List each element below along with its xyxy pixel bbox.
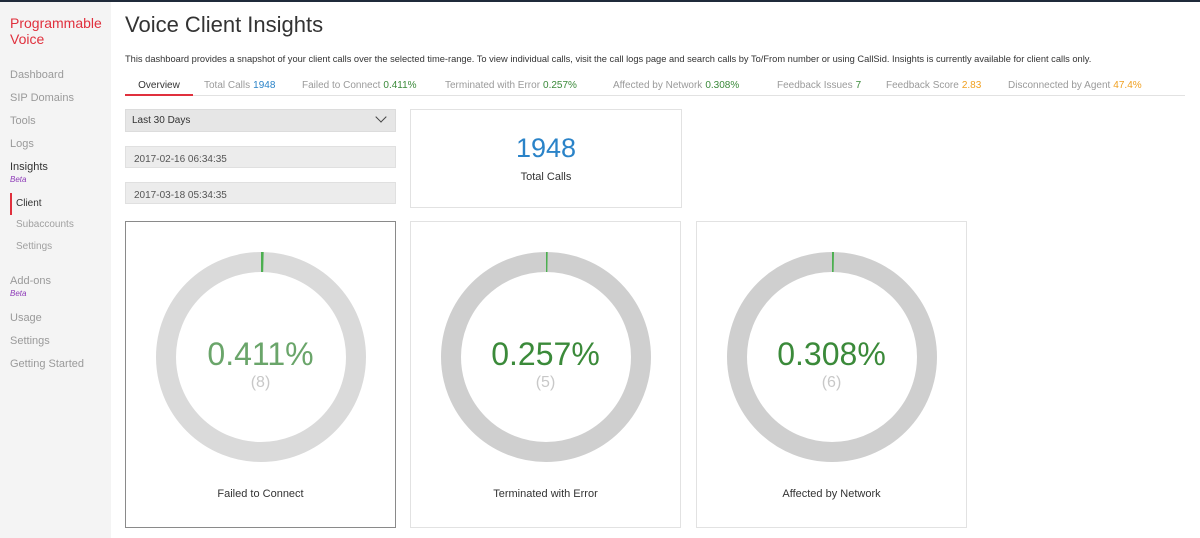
affected-by-network-label: Affected by Network bbox=[782, 488, 881, 500]
affected-by-network-percent: 0.308% bbox=[777, 336, 886, 372]
metrics-tab-bar: Overview Total Calls 1948 Failed to Conne… bbox=[125, 78, 1185, 96]
chevron-down-icon bbox=[375, 111, 387, 123]
tab-value: 1948 bbox=[253, 80, 276, 91]
tab-value: 0.308% bbox=[705, 80, 740, 91]
sidebar-item-sip-domains[interactable]: SIP Domains bbox=[10, 91, 74, 105]
sidebar-subitem-client[interactable]: Client bbox=[16, 197, 42, 211]
tab-label: Total Calls bbox=[204, 80, 251, 91]
end-date-field[interactable] bbox=[125, 182, 396, 204]
failed-to-connect-card[interactable]: 0.411% (8) Failed to Connect bbox=[125, 221, 396, 528]
page-description: This dashboard provides a snapshot of yo… bbox=[125, 54, 1092, 64]
tab-affected-by-network[interactable]: Affected by Network 0.308% bbox=[613, 79, 739, 93]
sidebar-item-settings[interactable]: Settings bbox=[10, 334, 50, 348]
sidebar-subitem-settings[interactable]: Settings bbox=[16, 240, 52, 254]
tab-value: 7 bbox=[855, 80, 862, 91]
tab-label: Terminated with Error bbox=[445, 80, 541, 91]
active-subnav-indicator bbox=[10, 193, 12, 215]
sidebar-item-add-ons[interactable]: Add-ons bbox=[10, 274, 51, 288]
failed-to-connect-count: (8) bbox=[250, 374, 271, 391]
tab-failed-to-connect[interactable]: Failed to Connect 0.411% bbox=[302, 79, 417, 93]
sidebar-item-usage[interactable]: Usage bbox=[10, 311, 42, 325]
tab-feedback-issues[interactable]: Feedback Issues 7 bbox=[777, 79, 861, 93]
affected-by-network-card[interactable]: 0.308% (6) Affected by Network bbox=[696, 221, 967, 528]
tab-overview[interactable]: Overview bbox=[125, 79, 193, 96]
tab-label: Feedback Issues bbox=[777, 80, 853, 91]
tab-label: Disconnected by Agent bbox=[1008, 80, 1111, 91]
failed-to-connect-label: Failed to Connect bbox=[217, 488, 304, 500]
start-date-field[interactable] bbox=[125, 146, 396, 168]
tab-terminated-with-error[interactable]: Terminated with Error 0.257% bbox=[445, 79, 577, 93]
tab-label: Failed to Connect bbox=[302, 80, 381, 91]
tab-total-calls[interactable]: Total Calls 1948 bbox=[204, 79, 275, 93]
tab-label: Overview bbox=[138, 80, 180, 91]
total-calls-label: Total Calls bbox=[520, 171, 572, 183]
sidebar-item-insights[interactable]: Insights bbox=[10, 160, 48, 174]
total-calls-value: 1948 bbox=[515, 133, 577, 163]
page-title: Voice Client Insights bbox=[125, 12, 324, 37]
sidebar-item-dashboard[interactable]: Dashboard bbox=[10, 68, 64, 82]
sidebar: Programmable Voice Dashboard SIP Domains… bbox=[0, 2, 111, 538]
tab-label: Feedback Score bbox=[886, 80, 959, 91]
add-ons-beta-badge: Beta bbox=[10, 289, 27, 298]
top-border bbox=[0, 0, 1200, 2]
sidebar-item-getting-started[interactable]: Getting Started bbox=[10, 357, 84, 371]
tab-value: 47.4% bbox=[1113, 80, 1142, 91]
total-calls-card[interactable]: 1948 Total Calls bbox=[410, 109, 682, 208]
time-range-select[interactable]: Last 30 Days bbox=[125, 109, 396, 132]
time-range-value: Last 30 Days bbox=[132, 115, 191, 126]
failed-to-connect-percent: 0.411% bbox=[207, 336, 314, 372]
tab-disconnected-by-agent[interactable]: Disconnected by Agent 47.4% bbox=[1008, 79, 1142, 93]
tab-label: Affected by Network bbox=[613, 80, 703, 91]
tab-value: 2.83 bbox=[961, 80, 982, 91]
terminated-with-error-percent: 0.257% bbox=[491, 336, 600, 372]
terminated-with-error-count: (5) bbox=[535, 374, 556, 391]
sidebar-item-tools[interactable]: Tools bbox=[10, 114, 36, 128]
insights-beta-badge: Beta bbox=[10, 175, 27, 184]
tab-feedback-score[interactable]: Feedback Score 2.83 bbox=[886, 79, 981, 93]
terminated-with-error-card[interactable]: 0.257% (5) Terminated with Error bbox=[410, 221, 681, 528]
product-brand[interactable]: Programmable Voice bbox=[10, 15, 110, 47]
affected-by-network-count: (6) bbox=[821, 374, 842, 391]
tab-value: 0.411% bbox=[383, 80, 417, 91]
tab-value: 0.257% bbox=[543, 80, 577, 91]
terminated-with-error-label: Terminated with Error bbox=[493, 488, 598, 500]
sidebar-subitem-subaccounts[interactable]: Subaccounts bbox=[16, 218, 74, 232]
sidebar-item-logs[interactable]: Logs bbox=[10, 137, 34, 151]
